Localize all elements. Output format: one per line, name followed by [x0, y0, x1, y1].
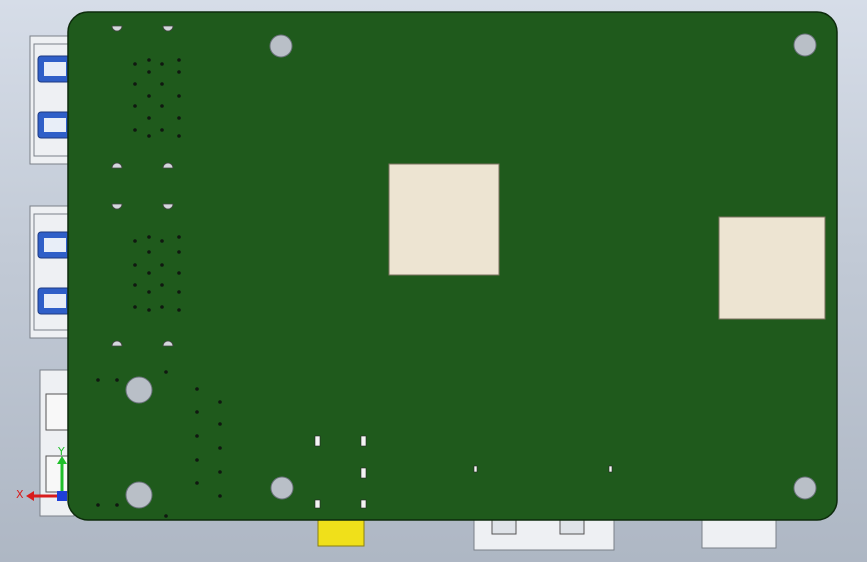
via-dot: [195, 387, 199, 391]
via-dot: [160, 82, 164, 86]
via-dot: [218, 470, 222, 474]
ethernet-port-window-b: [45, 455, 71, 493]
mounting-hole-top-left: [269, 34, 293, 58]
via-dot: [160, 104, 164, 108]
ethernet-port-window-a: [45, 393, 71, 431]
via-dot: [177, 116, 181, 120]
mounting-hole-top-right: [793, 33, 817, 57]
via-dot: [177, 271, 181, 275]
via-dot: [177, 94, 181, 98]
via-dot: [147, 116, 151, 120]
mounting-hole-bottom-left: [270, 476, 294, 500]
via-dot: [195, 481, 199, 485]
via-dot: [218, 494, 222, 498]
usb-port-upper-b-tongue: [44, 118, 66, 132]
via-dot: [147, 70, 151, 74]
ethernet-hole-upper: [125, 376, 153, 404]
via-dot: [160, 239, 164, 243]
ram-pad[interactable]: [718, 216, 826, 320]
via-dot: [115, 503, 119, 507]
via-dot: [147, 271, 151, 275]
via-dot: [96, 378, 100, 382]
y-axis-label: Y: [57, 445, 65, 458]
via-dot: [177, 70, 181, 74]
usb-port-upper-a-tongue: [44, 62, 66, 76]
via-dot: [147, 308, 151, 312]
x-axis-label: X: [16, 488, 24, 501]
via-dot: [218, 400, 222, 404]
via-dot: [164, 514, 168, 518]
via-dot: [195, 458, 199, 462]
cad-model[interactable]: X Y: [0, 0, 867, 562]
via-dot: [160, 283, 164, 287]
via-dot: [147, 58, 151, 62]
via-dot: [177, 308, 181, 312]
usb-port-lower-b-tongue: [44, 294, 66, 308]
via-dot: [147, 290, 151, 294]
via-dot: [177, 250, 181, 254]
via-dot: [133, 82, 137, 86]
via-dot: [147, 134, 151, 138]
x-axis-arrowhead: [26, 491, 34, 501]
via-dot: [164, 370, 168, 374]
via-dot: [133, 239, 137, 243]
via-dot: [147, 250, 151, 254]
via-dot: [195, 410, 199, 414]
via-dot: [147, 235, 151, 239]
via-dot: [177, 58, 181, 62]
via-dot: [177, 134, 181, 138]
via-dot: [160, 263, 164, 267]
ethernet-hole-lower: [125, 481, 153, 509]
via-dot: [160, 62, 164, 66]
usb-port-lower-a-tongue: [44, 238, 66, 252]
z-axis-marker: [57, 491, 67, 501]
via-dot: [133, 62, 137, 66]
via-dot: [218, 446, 222, 450]
via-dot: [133, 305, 137, 309]
soc-pad[interactable]: [388, 163, 500, 276]
via-dot: [177, 235, 181, 239]
via-dot: [115, 378, 119, 382]
via-dot: [133, 263, 137, 267]
via-dot: [147, 94, 151, 98]
via-dot: [177, 290, 181, 294]
via-dot: [160, 305, 164, 309]
via-dot: [218, 422, 222, 426]
cad-viewport[interactable]: X Y: [0, 0, 867, 562]
mounting-hole-bottom-right: [793, 476, 817, 500]
via-dot: [195, 434, 199, 438]
via-dot: [133, 104, 137, 108]
via-dot: [96, 503, 100, 507]
via-dot: [133, 283, 137, 287]
via-dot: [133, 128, 137, 132]
via-dot: [160, 128, 164, 132]
